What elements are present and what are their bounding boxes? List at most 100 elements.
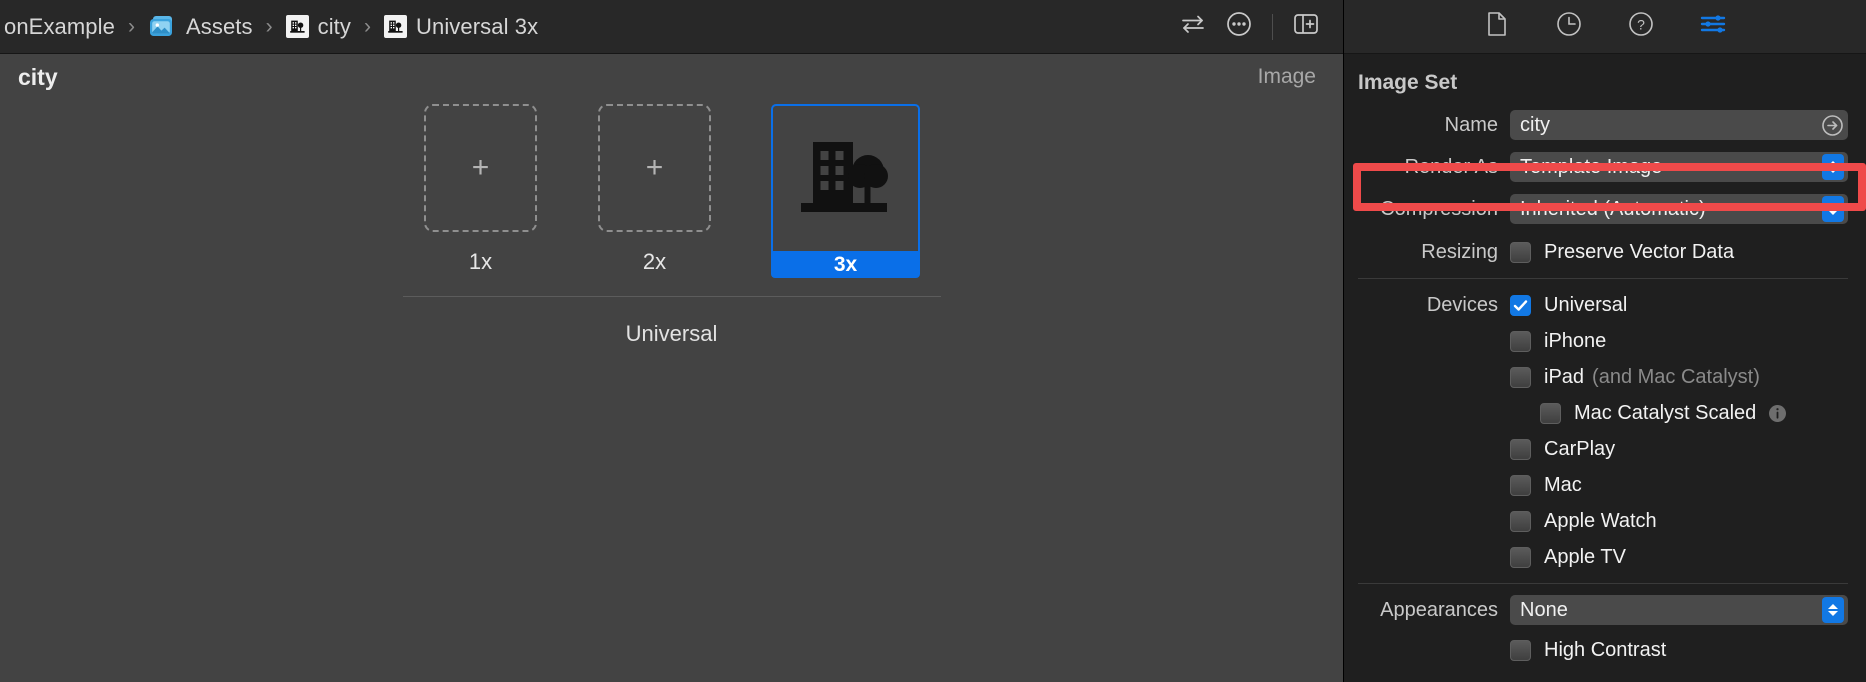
image-slot-label: 1x [468, 249, 493, 274]
more-options-icon [1226, 11, 1252, 42]
breadcrumb-item-universal-3x[interactable]: Universal 3x [380, 12, 542, 42]
image-set-icon [285, 15, 309, 38]
toolbar-actions [1170, 7, 1329, 47]
checkbox-label: iPad [1544, 365, 1585, 388]
history-inspector-icon [1556, 11, 1582, 42]
checkbox-box-icon[interactable] [1510, 510, 1531, 532]
checkbox-device-iphone[interactable]: iPhone [1510, 326, 1606, 356]
compression-popup-button[interactable]: Inherited (Automatic) [1510, 194, 1848, 224]
slot-group-divider [402, 296, 941, 297]
image-slot-label: 2x [642, 249, 667, 274]
checkbox-label: High Contrast [1544, 638, 1667, 661]
chevron-up-down-icon[interactable] [1822, 154, 1844, 180]
appearances-value: None [1520, 598, 1568, 621]
toolbar-divider [1272, 13, 1273, 40]
more-options-button[interactable] [1216, 7, 1262, 47]
render-as-popup-button[interactable]: Template Image [1510, 152, 1848, 182]
checkbox-box-icon[interactable] [1510, 546, 1531, 568]
inspector-section-title: Image Set [1358, 71, 1458, 94]
image-slot-dropzone[interactable]: + [424, 104, 537, 232]
svg-text:?: ? [1637, 17, 1645, 33]
breadcrumb-item-assets[interactable]: Assets [144, 12, 257, 42]
toggle-inspector-button[interactable] [1283, 7, 1329, 47]
tab-attributes-inspector[interactable] [1691, 7, 1735, 47]
image-slot-1x[interactable]: + 1x [423, 104, 538, 275]
image-slot-row: + 1x + 2x 3x [423, 104, 920, 278]
row-device-iphone: iPhone [1344, 323, 1858, 359]
reveal-arrow-icon[interactable] [1821, 114, 1844, 137]
label-render-as: Render As [1404, 155, 1498, 178]
breadcrumb-separator: › [364, 14, 371, 38]
checkbox-box-icon[interactable] [1510, 330, 1531, 352]
breadcrumb-label-project: onExample [4, 13, 115, 39]
toggle-inspector-icon [1293, 12, 1319, 41]
checkbox-high-contrast[interactable]: High Contrast [1510, 635, 1666, 665]
asset-kind-label: Image [1257, 65, 1316, 88]
tab-history-inspector[interactable] [1547, 7, 1591, 47]
checkbox-device-apple-tv[interactable]: Apple TV [1510, 542, 1626, 572]
breadcrumb-item-city[interactable]: city [282, 12, 355, 42]
checkbox-box-icon[interactable] [1540, 402, 1561, 424]
appearances-popup-button[interactable]: None [1510, 595, 1848, 625]
city-image-icon [794, 129, 897, 229]
breadcrumb-separator: › [127, 14, 135, 38]
image-slot-2x[interactable]: + 2x [597, 104, 712, 275]
row-compression: Compression Inherited (Automatic) [1344, 191, 1858, 227]
checkbox-box-icon[interactable] [1510, 474, 1531, 496]
assets-folder-icon [148, 15, 177, 39]
checkbox-sublabel: (and Mac Catalyst) [1592, 365, 1760, 388]
row-high-contrast: High Contrast [1344, 632, 1858, 668]
chevron-up-down-icon[interactable] [1822, 597, 1844, 623]
checkbox-box-icon[interactable] [1510, 438, 1531, 460]
editor-column: onExample › Assets › city › Universal 3x… [0, 0, 1343, 682]
checkbox-box-icon[interactable] [1510, 366, 1531, 388]
image-slot-thumbnail[interactable] [771, 104, 920, 251]
breadcrumb-label-assets: Assets [185, 13, 253, 39]
inspector-body: Image Set Name city Render As Template I… [1344, 54, 1866, 682]
checkbox-preserve-vector-data[interactable]: Preserve Vector Data [1510, 237, 1734, 267]
file-inspector-icon [1486, 11, 1508, 42]
row-render-as: Render As Template Image [1344, 149, 1858, 185]
row-device-carplay: CarPlay [1344, 431, 1858, 467]
image-slot-area: + 1x + 2x 3x Universal [0, 104, 1343, 347]
chevron-up-down-icon[interactable] [1822, 196, 1844, 222]
tab-quick-help-inspector[interactable]: ? [1619, 7, 1663, 47]
label-resizing: Resizing [1421, 240, 1498, 263]
compare-versions-icon [1180, 13, 1206, 40]
tab-file-inspector[interactable] [1475, 7, 1519, 47]
label-devices: Devices [1426, 293, 1498, 316]
checkmark-icon[interactable] [1510, 294, 1531, 316]
info-icon[interactable] [1768, 404, 1787, 423]
compression-value: Inherited (Automatic) [1520, 197, 1706, 220]
checkbox-device-mac-catalyst-scaled[interactable]: Mac Catalyst Scaled [1540, 398, 1787, 428]
row-device-ipad: iPad (and Mac Catalyst) [1344, 359, 1858, 395]
checkbox-label: Apple TV [1544, 545, 1626, 568]
checkbox-device-ipad[interactable]: iPad (and Mac Catalyst) [1510, 362, 1760, 392]
breadcrumb-label-city: city [317, 13, 351, 39]
checkbox-box-icon[interactable] [1510, 639, 1531, 661]
breadcrumb-label-universal-3x: Universal 3x [416, 13, 539, 39]
image-slot-3x[interactable]: 3x [771, 104, 920, 278]
checkbox-device-universal[interactable]: Universal [1510, 290, 1627, 320]
slot-group-label: Universal [625, 321, 718, 346]
breadcrumb-toolbar: onExample › Assets › city › Universal 3x [0, 0, 1343, 54]
image-slot-dropzone[interactable]: + [598, 104, 711, 232]
breadcrumb-separator: › [265, 14, 273, 38]
checkbox-label: Mac Catalyst Scaled [1574, 401, 1757, 424]
image-slot-label: 3x [771, 251, 920, 278]
checkbox-device-mac[interactable]: Mac [1510, 470, 1582, 500]
checkbox-device-carplay[interactable]: CarPlay [1510, 434, 1615, 464]
checkbox-box-icon[interactable] [1510, 241, 1531, 263]
attributes-inspector: ? Image Set Name city Render As Template… [1343, 0, 1866, 682]
compare-versions-button[interactable] [1170, 7, 1216, 47]
breadcrumb-item-project[interactable]: onExample [0, 12, 119, 42]
attributes-inspector-icon [1699, 12, 1727, 41]
checkbox-label: Apple Watch [1544, 509, 1657, 532]
row-device-apple-watch: Apple Watch [1344, 503, 1858, 539]
name-input[interactable]: city [1510, 110, 1848, 140]
label-appearances: Appearances [1380, 598, 1498, 621]
quick-help-inspector-icon: ? [1628, 11, 1654, 42]
label-compression: Compression [1380, 197, 1498, 220]
canvas-header: city Image [0, 54, 1343, 100]
checkbox-device-apple-watch[interactable]: Apple Watch [1510, 506, 1657, 536]
